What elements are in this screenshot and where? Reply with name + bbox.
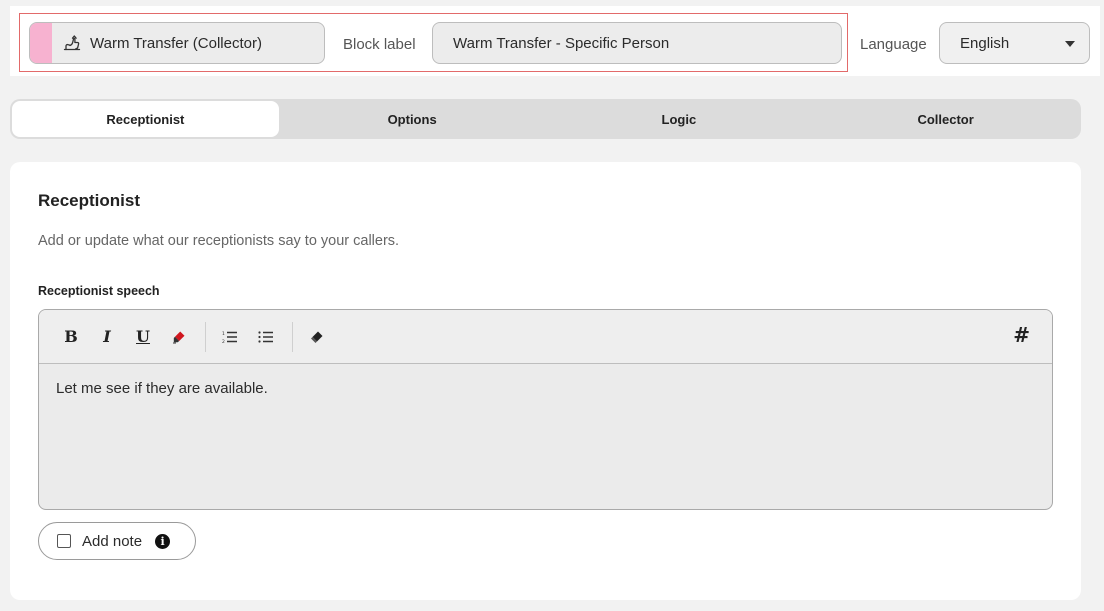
- info-icon[interactable]: i: [155, 533, 171, 549]
- bold-button[interactable]: B: [57, 323, 85, 351]
- language-label: Language: [860, 36, 927, 53]
- section-description: Add or update what our receptionists say…: [38, 233, 400, 249]
- toolbar-divider: [205, 321, 206, 352]
- block-type-chip[interactable]: Warm Transfer (Collector): [29, 22, 325, 64]
- tab-collector[interactable]: Collector: [812, 101, 1079, 137]
- eraser-icon[interactable]: [303, 323, 331, 351]
- caret-down-icon: [1065, 41, 1075, 47]
- block-header: Warm Transfer (Collector) Block label La…: [10, 6, 1100, 76]
- underline-button[interactable]: U: [129, 323, 157, 351]
- bullet-list-icon[interactable]: [252, 323, 280, 351]
- italic-button[interactable]: I: [93, 323, 121, 351]
- tab-receptionist[interactable]: Receptionist: [12, 101, 279, 137]
- language-value: English: [960, 34, 1010, 52]
- add-note-checkbox[interactable]: [57, 534, 71, 548]
- add-note-label: Add note: [82, 532, 143, 550]
- language-select[interactable]: English: [939, 22, 1090, 64]
- receptionist-card: Receptionist Add or update what our rece…: [10, 162, 1081, 600]
- section-title: Receptionist: [38, 191, 141, 210]
- speech-field-label: Receptionist speech: [38, 284, 160, 298]
- block-label-input[interactable]: [432, 22, 842, 64]
- block-label-text: Block label: [343, 36, 416, 53]
- tab-options[interactable]: Options: [279, 101, 546, 137]
- svg-text:1: 1: [222, 331, 225, 337]
- editor-toolbar: B I U 1 2 #: [39, 310, 1052, 364]
- tab-logic[interactable]: Logic: [546, 101, 813, 137]
- highlight-marker-icon[interactable]: [165, 323, 193, 351]
- ordered-list-icon[interactable]: 1 2: [216, 323, 244, 351]
- hand-transfer-icon: [62, 33, 82, 53]
- speech-editor: B I U 1 2 # Let me see if they are avail…: [38, 309, 1053, 510]
- tab-bar: Receptionist Options Logic Collector: [10, 99, 1081, 139]
- add-note-toggle[interactable]: Add note i: [38, 522, 196, 560]
- speech-text-area[interactable]: Let me see if they are available.: [39, 364, 1052, 413]
- variable-hash-button[interactable]: #: [1013, 323, 1030, 347]
- block-type-label: Warm Transfer (Collector): [90, 34, 262, 52]
- toolbar-divider: [292, 321, 293, 352]
- block-color-swatch: [30, 23, 52, 63]
- svg-text:2: 2: [222, 339, 225, 344]
